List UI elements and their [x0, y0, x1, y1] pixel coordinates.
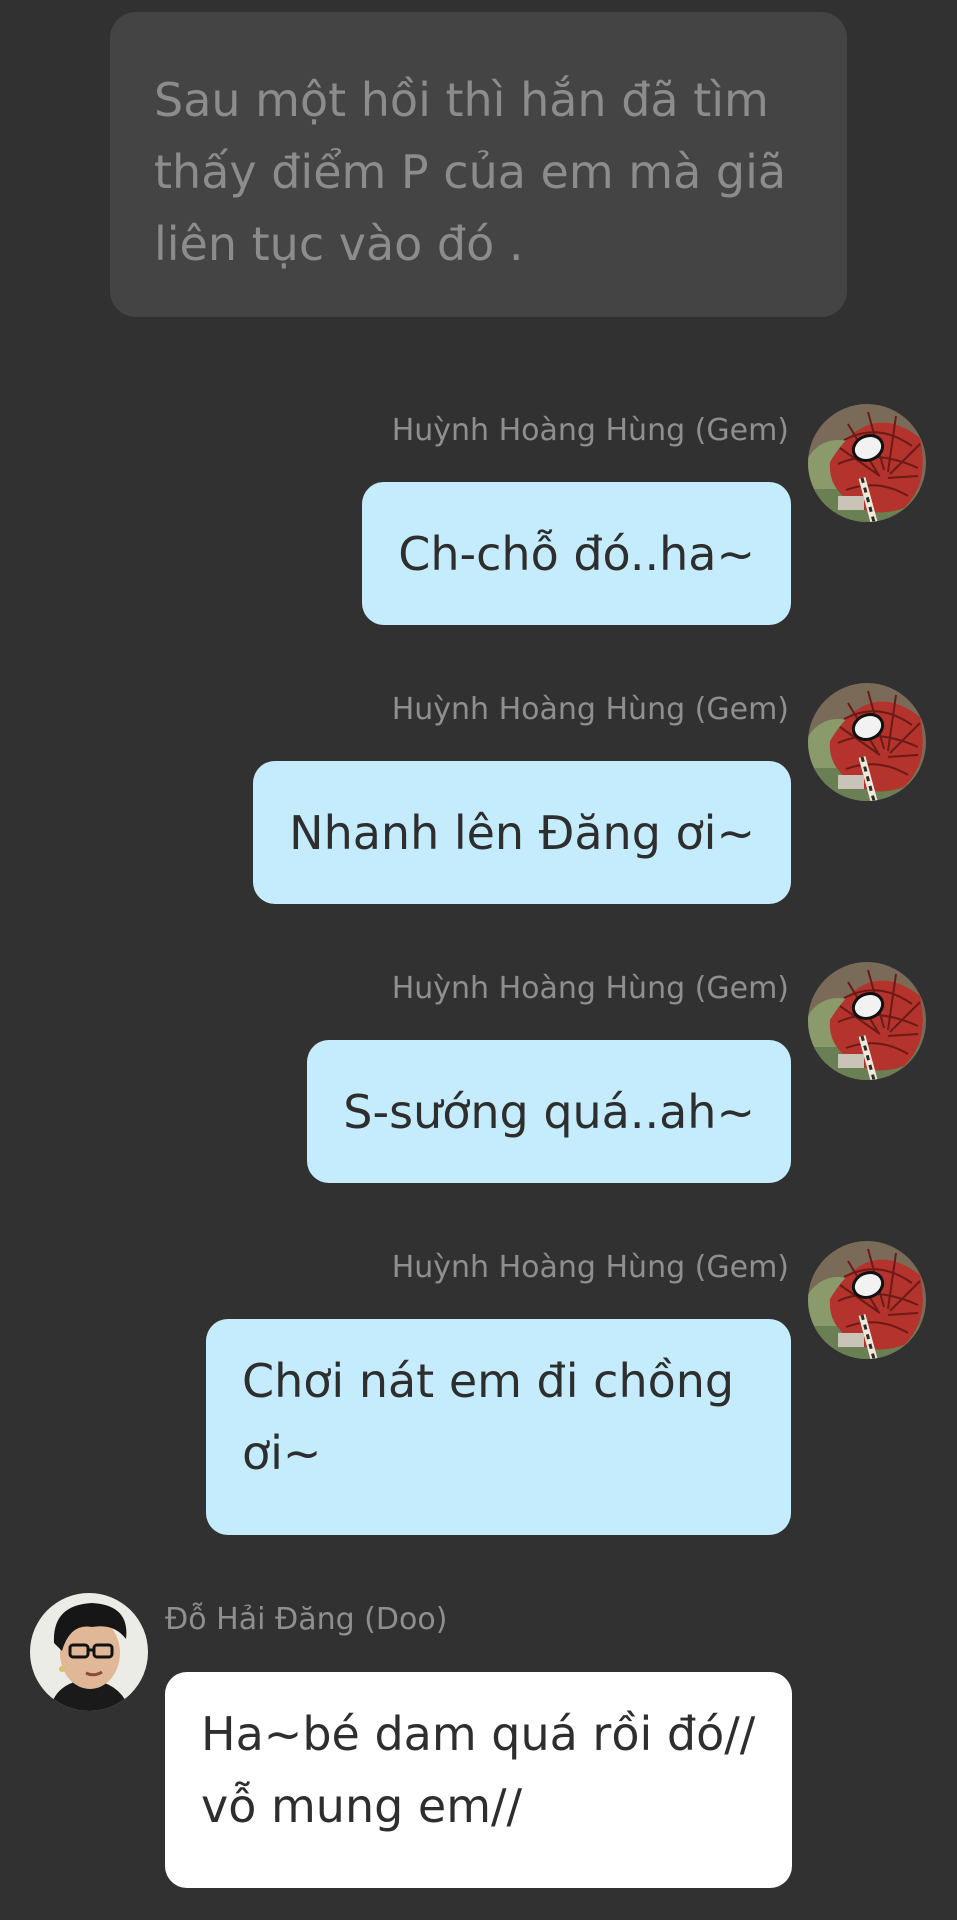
man-with-glasses-avatar[interactable]	[30, 1593, 148, 1711]
spiderman-avatar[interactable]	[808, 404, 926, 522]
message-text: Ha~bé dam quá rồi đó// vỗ mung em//	[201, 1707, 756, 1833]
spiderman-avatar[interactable]	[808, 683, 926, 801]
message-text: Chơi nát em đi chồng ơi~	[242, 1354, 735, 1480]
message-text: S-sướng quá..ah~	[343, 1084, 755, 1139]
message-text: Nhanh lên Đăng ơi~	[289, 805, 755, 860]
sender-name: Huỳnh Hoàng Hùng (Gem)	[391, 971, 789, 1006]
message-text: Ch-chỗ đó..ha~	[398, 526, 755, 581]
message-bubble[interactable]: S-sướng quá..ah~	[307, 1040, 791, 1183]
sender-name: Huỳnh Hoàng Hùng (Gem)	[391, 413, 789, 448]
message-bubble[interactable]: Chơi nát em đi chồng ơi~	[206, 1319, 791, 1535]
spiderman-avatar[interactable]	[808, 962, 926, 1080]
spiderman-avatar[interactable]	[808, 1241, 926, 1359]
narration-bubble: Sau một hồi thì hắn đã tìm thấy điểm P c…	[110, 12, 847, 317]
chat-screen: { "narration": { "text": "Sau một hồi th…	[0, 0, 957, 1920]
message-bubble[interactable]: Nhanh lên Đăng ơi~	[253, 761, 791, 904]
sender-name: Huỳnh Hoàng Hùng (Gem)	[391, 1250, 789, 1285]
sender-name: Huỳnh Hoàng Hùng (Gem)	[391, 692, 789, 727]
message-bubble[interactable]: Ch-chỗ đó..ha~	[362, 482, 791, 625]
sender-name: Đỗ Hải Đăng (Doo)	[165, 1602, 448, 1637]
narration-text: Sau một hồi thì hắn đã tìm thấy điểm P c…	[154, 73, 787, 271]
message-bubble[interactable]: Ha~bé dam quá rồi đó// vỗ mung em//	[165, 1672, 792, 1888]
